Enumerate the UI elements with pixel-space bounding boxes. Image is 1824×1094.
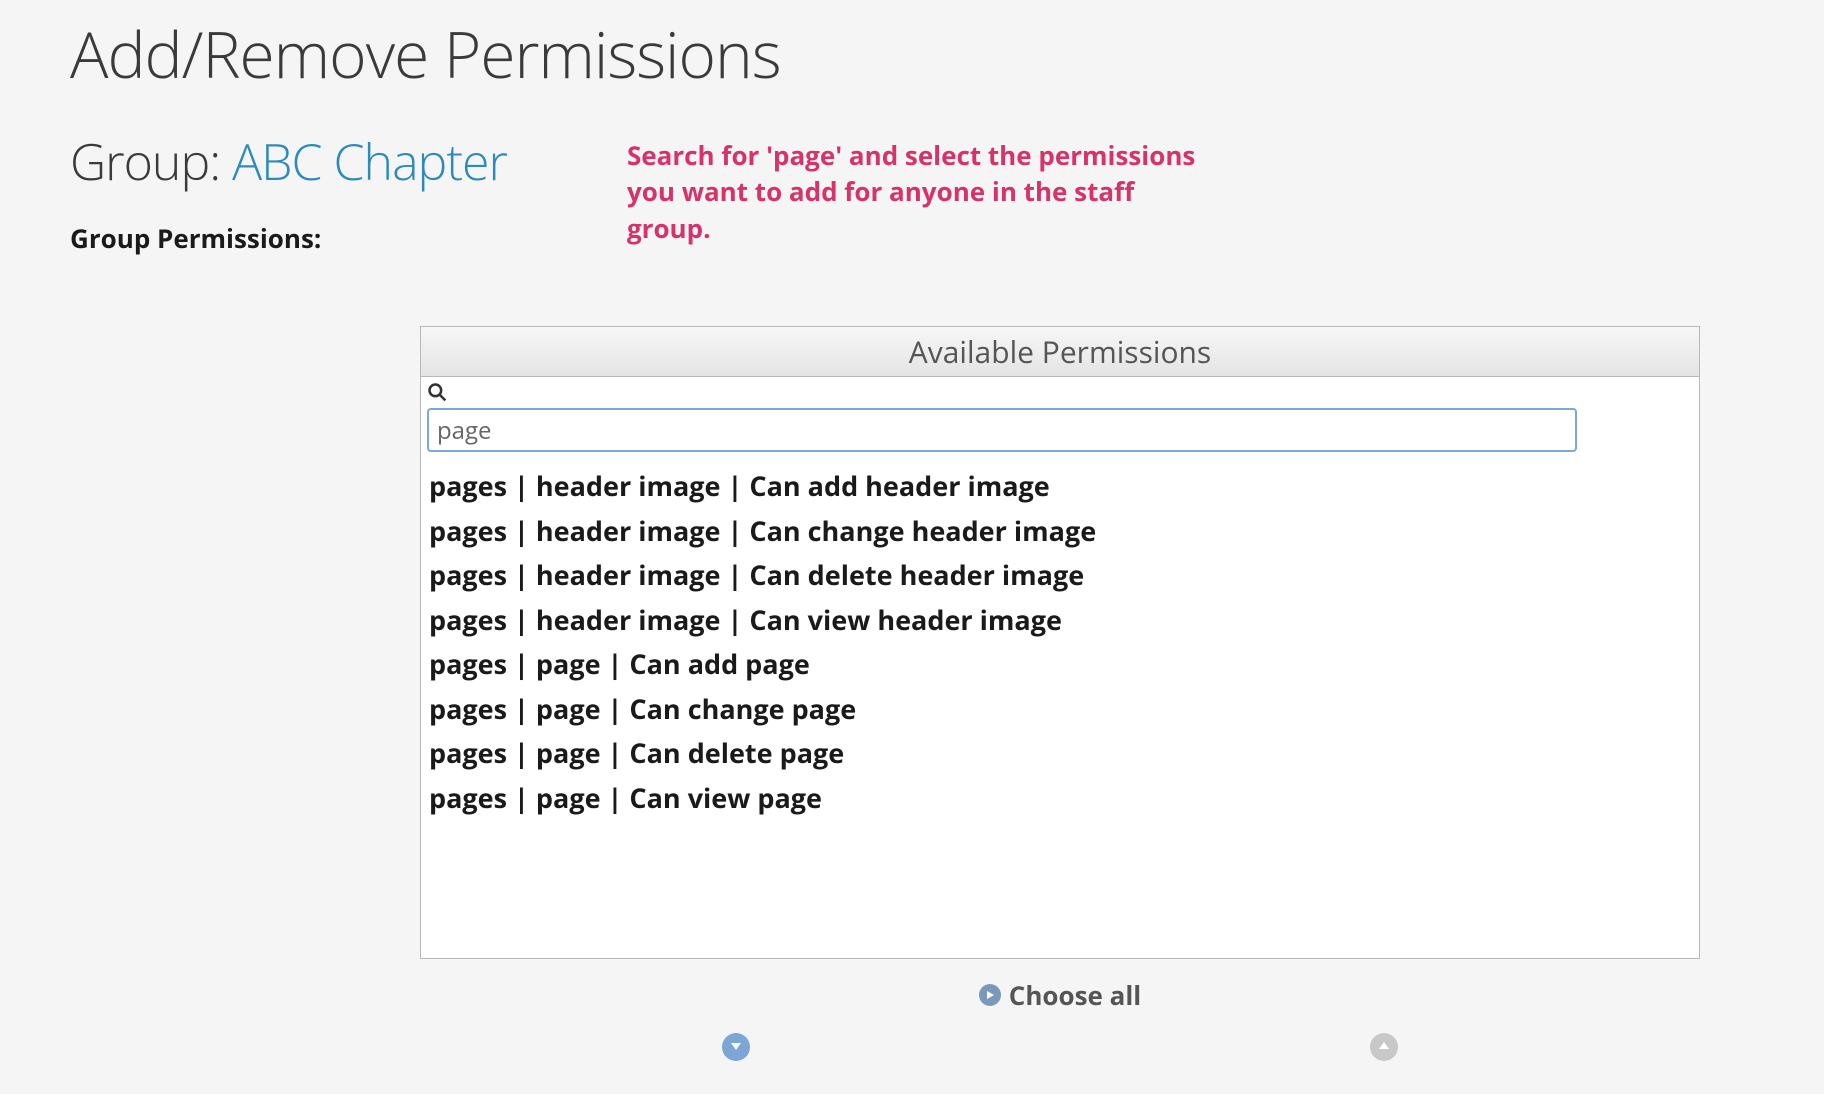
permission-item[interactable]: pages | page | Can delete page	[429, 731, 1691, 776]
move-up-button[interactable]	[1370, 1033, 1398, 1061]
arrow-down-icon	[729, 1039, 743, 1056]
search-input[interactable]	[427, 408, 1577, 452]
group-heading: Group: ABC Chapter	[70, 127, 507, 195]
permission-item[interactable]: pages | page | Can add page	[429, 642, 1691, 687]
page-title: Add/Remove Permissions	[70, 10, 1754, 97]
permissions-list[interactable]: pages | header image | Can add header im…	[421, 458, 1699, 958]
group-name-link[interactable]: ABC Chapter	[232, 127, 507, 195]
permission-item[interactable]: pages | header image | Can add header im…	[429, 464, 1691, 509]
permissions-widget: Available Permissions pages | header ima…	[420, 326, 1700, 1061]
group-label: Group:	[70, 127, 232, 195]
panel-header: Available Permissions	[421, 327, 1699, 377]
permission-item[interactable]: pages | header image | Can delete header…	[429, 553, 1691, 598]
permission-item[interactable]: pages | page | Can change page	[429, 687, 1691, 732]
move-down-button[interactable]	[722, 1033, 750, 1061]
group-permissions-label: Group Permissions:	[70, 220, 507, 256]
permission-item[interactable]: pages | page | Can view page	[429, 776, 1691, 821]
permission-item[interactable]: pages | header image | Can view header i…	[429, 598, 1691, 643]
choose-all-label: Choose all	[1009, 977, 1141, 1013]
search-icon	[421, 377, 1699, 408]
play-icon	[979, 984, 1001, 1006]
permission-item[interactable]: pages | header image | Can change header…	[429, 509, 1691, 554]
instruction-text: Search for 'page' and select the permiss…	[627, 137, 1207, 246]
arrow-up-icon	[1377, 1039, 1391, 1056]
available-permissions-panel: Available Permissions pages | header ima…	[420, 326, 1700, 959]
choose-all-button[interactable]: Choose all	[420, 959, 1700, 1023]
